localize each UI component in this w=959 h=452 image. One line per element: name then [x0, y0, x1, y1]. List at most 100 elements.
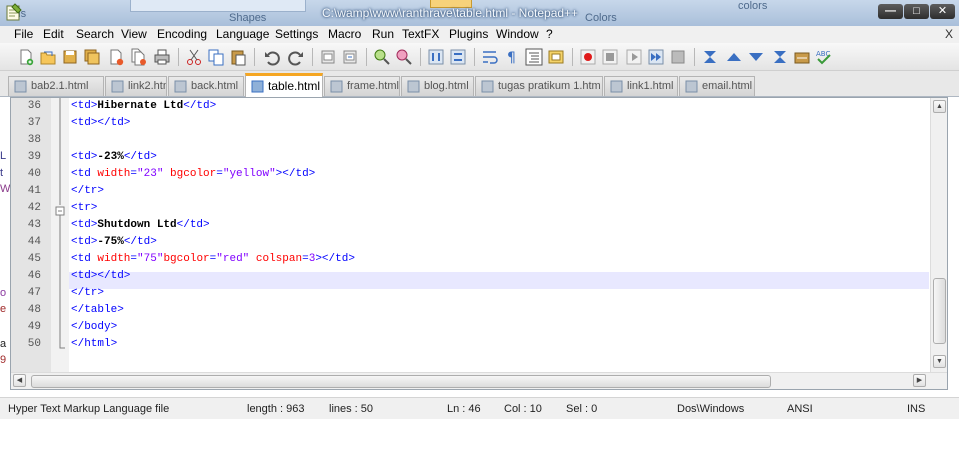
- copy-icon[interactable]: [206, 47, 226, 67]
- code-line[interactable]: <td>-75%</td>: [71, 234, 157, 251]
- close-all-icon[interactable]: [128, 47, 148, 67]
- zoom-out-icon[interactable]: [394, 47, 414, 67]
- maximize-button[interactable]: □: [904, 4, 929, 19]
- toolbar-separator: [254, 48, 255, 66]
- code-token-txt: -75%: [97, 236, 124, 248]
- menu-window[interactable]: Window: [496, 27, 539, 41]
- replace-icon[interactable]: [340, 47, 360, 67]
- tab-frame[interactable]: frame.html: [324, 76, 400, 96]
- textfx-4-icon[interactable]: [770, 47, 790, 67]
- menu-help[interactable]: ?: [546, 27, 553, 41]
- vertical-scroll-thumb[interactable]: [933, 278, 946, 344]
- undo-icon[interactable]: [262, 47, 282, 67]
- scroll-up-button[interactable]: ▲: [933, 100, 946, 113]
- code-line[interactable]: <td></td>: [71, 115, 130, 132]
- tab-tugas-pratikum-1[interactable]: tugas pratikum 1.htm: [475, 76, 603, 96]
- menu-settings[interactable]: Settings: [275, 27, 318, 41]
- menu-search[interactable]: Search: [76, 27, 114, 41]
- minimize-button[interactable]: —: [878, 4, 903, 19]
- tab-label: bab2.1.html: [31, 80, 89, 92]
- title-bar[interactable]: ools Shapes Colors colors C:\wamp\www\ra…: [0, 0, 959, 26]
- status-column: Col : 10: [504, 403, 542, 415]
- code-line[interactable]: <td>Shutdown Ltd</td>: [71, 217, 210, 234]
- play-macro-icon[interactable]: [624, 47, 644, 67]
- code-token-attr: colspan: [249, 253, 303, 265]
- editor[interactable]: 36 <td>Hibernate Ltd</td> 37 <td></td> 38 39 <…: [10, 97, 948, 390]
- save-macro-icon[interactable]: [668, 47, 688, 67]
- scroll-down-button[interactable]: ▼: [933, 355, 946, 368]
- indent-guide-icon[interactable]: [524, 47, 544, 67]
- toolbar-separator: [694, 48, 695, 66]
- tab-table[interactable]: table.html: [245, 73, 323, 97]
- menu-file[interactable]: File: [14, 27, 33, 41]
- lang-icon[interactable]: [546, 47, 566, 67]
- menu-encoding[interactable]: Encoding: [157, 27, 207, 41]
- code-line[interactable]: </tr>: [71, 285, 104, 302]
- cut-icon[interactable]: [184, 47, 204, 67]
- scroll-right-button[interactable]: ▶: [913, 374, 926, 387]
- line-number: 42: [27, 202, 41, 214]
- code-token-tag: </body>: [71, 321, 118, 333]
- textfx-up-icon[interactable]: [724, 47, 744, 67]
- tab-back[interactable]: back.html: [168, 76, 244, 96]
- code-line[interactable]: <td width="23" bgcolor="yellow"></td>: [71, 166, 315, 183]
- stop-macro-icon[interactable]: [600, 47, 620, 67]
- code-line[interactable]: <td></td>: [71, 268, 130, 285]
- textfx-1-icon[interactable]: [700, 47, 720, 67]
- scroll-left-button[interactable]: ◀: [13, 374, 26, 387]
- tab-bab2-1[interactable]: bab2.1.html: [8, 76, 104, 96]
- status-lines: lines : 50: [329, 403, 374, 415]
- close-document-button[interactable]: X: [945, 27, 953, 41]
- find-icon[interactable]: [318, 47, 338, 67]
- show-all-chars-icon[interactable]: ¶: [502, 47, 522, 67]
- tab-link1[interactable]: link1.html: [604, 76, 678, 96]
- code-line[interactable]: <tr>: [71, 200, 97, 217]
- tab-blog[interactable]: blog.html: [401, 76, 474, 96]
- menu-run[interactable]: Run: [372, 27, 394, 41]
- code-token-tag: <tr>: [71, 202, 98, 214]
- close-window-button[interactable]: ✕: [930, 4, 955, 19]
- run-macro-multiple-icon[interactable]: [646, 47, 666, 67]
- tab-email[interactable]: email.html: [679, 76, 755, 96]
- file-icon: [481, 80, 494, 93]
- menu-macro[interactable]: Macro: [328, 27, 361, 41]
- menu-edit[interactable]: Edit: [43, 27, 64, 41]
- menu-plugins[interactable]: Plugins: [449, 27, 488, 41]
- code-line[interactable]: </html>: [71, 336, 117, 353]
- spellcheck-icon[interactable]: ABC: [814, 47, 834, 67]
- zoom-in-icon[interactable]: [372, 47, 392, 67]
- textfx-5-icon[interactable]: [792, 47, 812, 67]
- code-line[interactable]: </tr>: [71, 183, 104, 200]
- code-token-tag: ></td>: [315, 253, 355, 265]
- horizontal-scrollbar[interactable]: ◀ ▶: [11, 372, 947, 389]
- status-encoding: ANSI: [787, 403, 813, 415]
- menu-textfx[interactable]: TextFX: [402, 27, 439, 41]
- close-icon[interactable]: [106, 47, 126, 67]
- code-line[interactable]: </body>: [71, 319, 117, 336]
- record-macro-icon[interactable]: [578, 47, 598, 67]
- menu-bar: File Edit Search View Encoding Language …: [0, 26, 959, 43]
- word-wrap-icon[interactable]: [480, 47, 500, 67]
- horizontal-scroll-thumb[interactable]: [31, 375, 771, 388]
- sync-v-icon[interactable]: [426, 47, 446, 67]
- print-icon[interactable]: [152, 47, 172, 67]
- code-line[interactable]: <td width="75"bgcolor="red" colspan=3></…: [71, 251, 355, 268]
- sync-h-icon[interactable]: [448, 47, 468, 67]
- menu-view[interactable]: View: [121, 27, 147, 41]
- code-line[interactable]: </table>: [71, 302, 124, 319]
- menu-language[interactable]: Language: [216, 27, 269, 41]
- vertical-scrollbar[interactable]: ▲ ▼: [930, 98, 947, 372]
- paste-icon[interactable]: [228, 47, 248, 67]
- code-line[interactable]: <td>-23%</td>: [71, 149, 157, 166]
- save-all-icon[interactable]: [82, 47, 102, 67]
- line-number: 50: [27, 338, 41, 350]
- textfx-down-icon[interactable]: [746, 47, 766, 67]
- save-icon[interactable]: [60, 47, 80, 67]
- tab-link2[interactable]: link2.html: [105, 76, 167, 96]
- redo-icon[interactable]: [286, 47, 306, 67]
- new-file-icon[interactable]: [16, 47, 36, 67]
- code-line[interactable]: <td>Hibernate Ltd</td>: [71, 98, 216, 115]
- fold-margin[interactable]: [51, 98, 69, 372]
- open-file-icon[interactable]: [38, 47, 58, 67]
- code-token-tag: </td>: [123, 236, 157, 248]
